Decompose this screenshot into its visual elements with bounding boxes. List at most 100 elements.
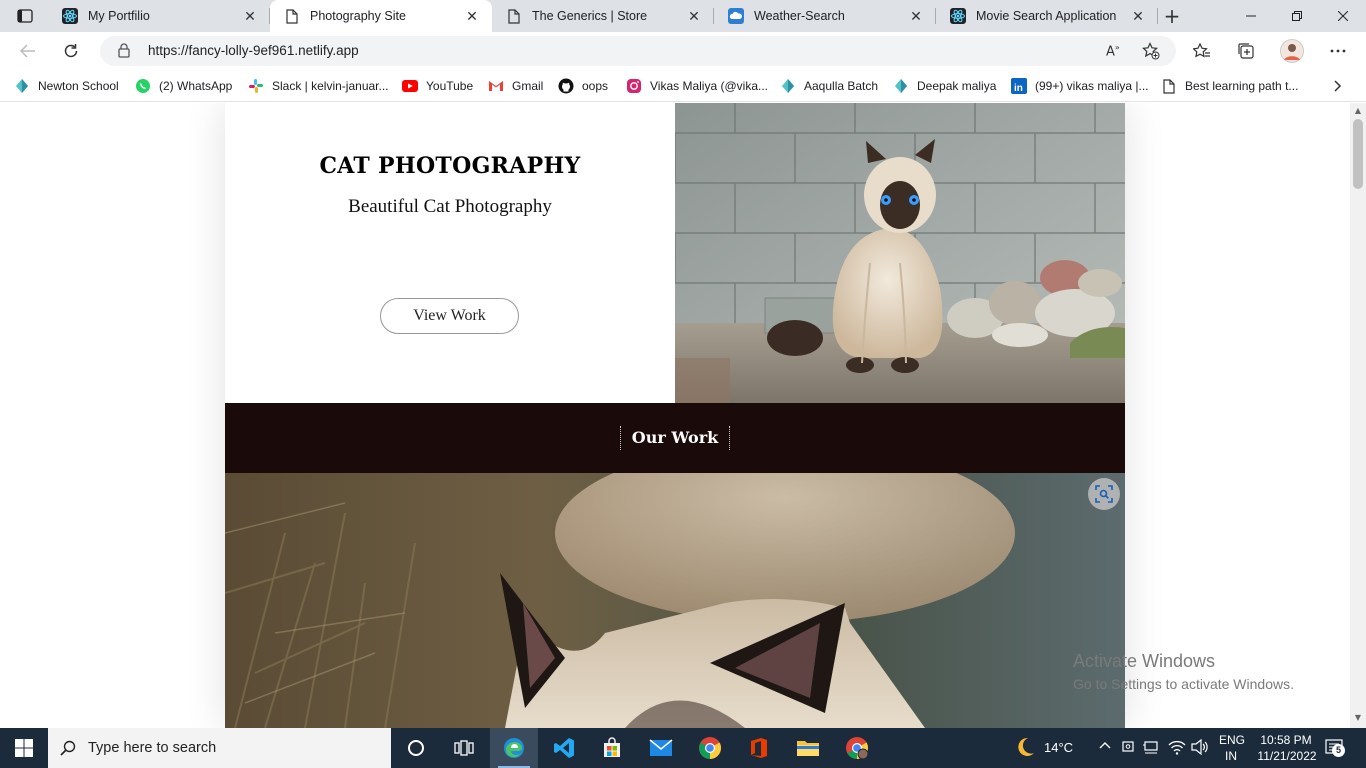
scroll-up-icon[interactable]: ▲: [1353, 106, 1363, 116]
edge-browser-icon[interactable]: [490, 728, 538, 768]
hero-subtitle: Beautiful Cat Photography: [348, 196, 552, 217]
bookmark-label: Aaqulla Batch: [804, 79, 879, 93]
new-tab-icon[interactable]: +: [1160, 4, 1184, 28]
bookmark-youtube[interactable]: YouTube: [402, 76, 473, 96]
language-bottom[interactable]: IN: [1225, 749, 1237, 763]
collections-icon[interactable]: [1232, 37, 1260, 65]
bookmark-best-learning-path[interactable]: Best learning path t...: [1161, 76, 1298, 96]
scroll-thumb[interactable]: [1353, 119, 1363, 189]
address-bar[interactable]: https://fancy-lolly-9ef961.netlify.app A…: [100, 36, 1176, 66]
slack-icon: [248, 78, 264, 94]
bookmark-oops[interactable]: oops: [558, 76, 608, 96]
react-icon: [950, 8, 966, 24]
battery-icon[interactable]: [1143, 740, 1159, 757]
newton-icon: [14, 78, 30, 94]
bookmark-newton-school[interactable]: Newton School: [14, 76, 119, 96]
bookmark-label: (99+) vikas maliya |...: [1035, 79, 1149, 93]
work-cat-photo: [225, 473, 1125, 728]
network-device-icon[interactable]: [1121, 740, 1135, 757]
bookmark-instagram[interactable]: Vikas Maliya (@vika...: [626, 76, 768, 96]
volume-icon[interactable]: [1191, 738, 1209, 758]
bookmark-slack[interactable]: Slack | kelvin-januar...: [248, 76, 389, 96]
view-work-button[interactable]: View Work: [380, 298, 519, 334]
lock-icon[interactable]: [118, 43, 130, 62]
cortana-icon[interactable]: [392, 728, 440, 768]
tab-label: Movie Search Application: [976, 9, 1117, 23]
close-window-icon[interactable]: [1320, 0, 1366, 32]
tab-movie-search-application[interactable]: Movie Search Application ✕: [936, 0, 1158, 32]
weather-moon-icon[interactable]: [1014, 736, 1036, 761]
file-explorer-icon[interactable]: [784, 728, 832, 768]
bookmarks-overflow-chevron-icon[interactable]: [1334, 76, 1342, 96]
minimize-icon[interactable]: [1228, 0, 1274, 32]
tab-strip: My Portfilio ✕ Photography Site ✕ The Ge…: [0, 0, 1366, 32]
bookmark-label: Gmail: [512, 79, 544, 93]
add-favorite-icon[interactable]: [1142, 42, 1160, 64]
tab-weather-search[interactable]: Weather-Search ✕: [714, 0, 936, 32]
clock-date[interactable]: 11/21/2022: [1251, 749, 1323, 763]
bookmark-label: Best learning path t...: [1185, 79, 1299, 93]
profile-avatar[interactable]: [1278, 37, 1306, 65]
read-aloud-icon[interactable]: A»: [1106, 43, 1120, 59]
tab-the-generics-store[interactable]: The Generics | Store ✕: [492, 0, 714, 32]
bookmark-label: Deepak maliya: [917, 79, 997, 93]
bookmark-aaqulla-batch[interactable]: Aaqulla Batch: [780, 76, 878, 96]
restore-icon[interactable]: [1274, 0, 1320, 32]
hero-cat-photo: [675, 103, 1125, 403]
chevron-up-icon[interactable]: [1099, 739, 1111, 753]
weather-temp[interactable]: 14°C: [1044, 740, 1073, 755]
page-icon: [284, 8, 300, 24]
language-top[interactable]: ENG: [1219, 733, 1245, 747]
watermark-title: Activate Windows: [1073, 651, 1216, 671]
tab-actions-icon[interactable]: [8, 4, 42, 28]
newton-icon: [893, 78, 909, 94]
taskbar-search-box[interactable]: Type here to search: [48, 728, 391, 768]
close-icon[interactable]: ✕: [684, 6, 704, 26]
bookmark-linkedin[interactable]: in (99+) vikas maliya |...: [1011, 76, 1148, 96]
task-view-icon[interactable]: [440, 728, 488, 768]
favorites-icon[interactable]: [1188, 37, 1216, 65]
hero-title: CAT PHOTOGRAPHY: [319, 153, 581, 179]
clock-time[interactable]: 10:58 PM: [1258, 733, 1314, 747]
bookmark-label: Vikas Maliya (@vika...: [650, 79, 768, 93]
close-icon[interactable]: ✕: [462, 6, 482, 26]
bookmark-deepak-maliya[interactable]: Deepak maliya: [893, 76, 996, 96]
github-icon: [558, 78, 574, 94]
tab-photography-site[interactable]: Photography Site ✕: [270, 0, 492, 32]
bookmark-label: Newton School: [38, 79, 119, 93]
bookmark-whatsapp[interactable]: (2) WhatsApp: [135, 76, 232, 96]
tab-label: The Generics | Store: [532, 9, 648, 23]
wifi-icon[interactable]: [1168, 739, 1186, 758]
our-work-banner: Our Work: [225, 403, 1125, 473]
vscode-icon[interactable]: [540, 728, 588, 768]
bookmark-label: (2) WhatsApp: [159, 79, 233, 93]
bookmark-gmail[interactable]: Gmail: [488, 76, 543, 96]
bookmark-label: YouTube: [426, 79, 474, 93]
url-text: https://fancy-lolly-9ef961.netlify.app: [148, 43, 359, 58]
page-scrollbar[interactable]: ▲ ▼: [1350, 103, 1366, 728]
instagram-icon: [626, 78, 642, 94]
tab-my-portfilio[interactable]: My Portfilio ✕: [48, 0, 270, 32]
youtube-icon: [402, 78, 418, 94]
refresh-icon[interactable]: [57, 37, 85, 65]
start-windows-icon[interactable]: [0, 728, 48, 768]
visual-search-icon[interactable]: [1088, 478, 1120, 510]
more-options-icon[interactable]: [1324, 37, 1352, 65]
gmail-icon: [488, 78, 504, 94]
scroll-down-icon[interactable]: ▼: [1353, 713, 1363, 723]
chrome-profile-icon[interactable]: [833, 728, 881, 768]
close-icon[interactable]: ✕: [1128, 6, 1148, 26]
microsoft-store-icon[interactable]: [588, 728, 636, 768]
tab-label: Photography Site: [310, 9, 406, 23]
section-title: Our Work: [620, 426, 730, 450]
chrome-icon[interactable]: [686, 728, 734, 768]
close-icon[interactable]: ✕: [906, 6, 926, 26]
mail-icon[interactable]: [637, 728, 685, 768]
close-icon[interactable]: ✕: [240, 6, 260, 26]
notifications-icon[interactable]: 5: [1324, 738, 1346, 758]
bookmark-label: Slack | kelvin-januar...: [272, 79, 389, 93]
back-arrow-icon[interactable]: [14, 37, 42, 65]
office-icon[interactable]: [735, 728, 783, 768]
linkedin-icon: in: [1011, 78, 1027, 94]
page-viewport: CAT PHOTOGRAPHY Beautiful Cat Photograph…: [0, 103, 1350, 728]
